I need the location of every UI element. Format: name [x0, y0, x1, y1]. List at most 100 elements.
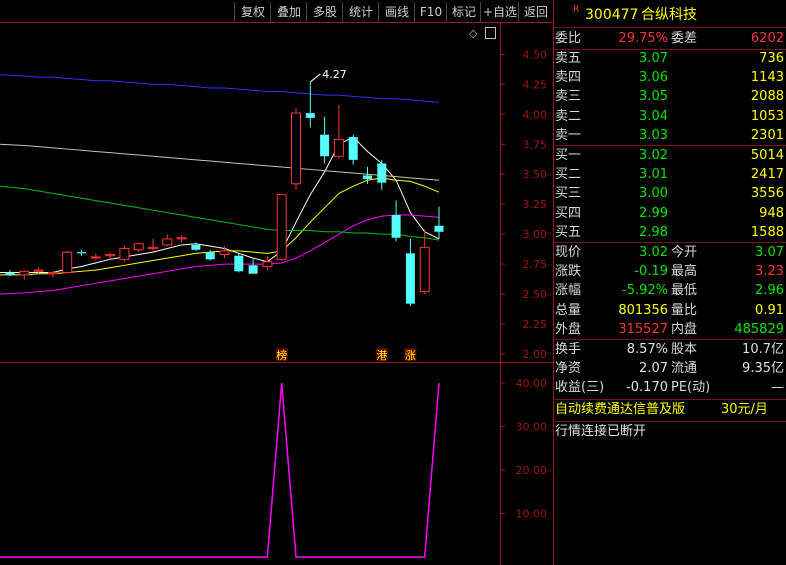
event-tag[interactable]: 涨 [405, 349, 416, 362]
y-tick-label: 4.00 [523, 108, 548, 121]
stat-value: -0.19 [634, 264, 668, 280]
stat-value: 485829 [734, 321, 784, 337]
promo-row[interactable]: 自动续费通达信普及版 30元/月 [553, 401, 786, 419]
finance-label: 股本 [671, 342, 698, 357]
candle[interactable] [62, 250, 73, 274]
candle[interactable] [419, 229, 430, 295]
finance-value: 9.35亿 [742, 361, 784, 376]
finance-row: 收益(三) -0.170 PE(动) — [553, 379, 786, 397]
stock-chart-window: 复权 叠加 多股 统计 画线 F10 标记 +自选 返回 ◇ 4.27 榜港涨 … [0, 0, 786, 565]
stat-row: 外盘 315527 内盘 485829 [553, 321, 786, 339]
candle-body [90, 256, 101, 259]
stat-label: 量比 [671, 302, 698, 318]
candle[interactable] [434, 206, 444, 239]
sell-level-price: 3.04 [639, 108, 668, 124]
buy-level-volume: 948 [759, 205, 784, 221]
sell-level-price: 3.03 [639, 127, 668, 143]
buy-level-volume: 5014 [750, 148, 784, 163]
candle[interactable] [377, 159, 387, 190]
sell-level-volume: 736 [759, 51, 784, 66]
candle[interactable] [248, 259, 258, 274]
sell-level-row: 卖三 3.05 2088 [553, 88, 786, 106]
status-row: 行情连接已断开 [553, 423, 786, 441]
promo-text[interactable]: 自动续费通达信普及版 [555, 401, 685, 419]
candle-body [262, 261, 273, 268]
candle[interactable] [176, 235, 187, 243]
indicator-y-tick-label: 10.00 [516, 508, 548, 521]
candle[interactable] [47, 271, 58, 278]
candle-body [305, 113, 315, 118]
buy-level-price: 2.99 [639, 205, 668, 221]
weibi-value: 29.75% [618, 31, 668, 46]
candle[interactable] [305, 81, 315, 128]
y-tick-label: 3.75 [523, 138, 548, 151]
buy-level-label: 买二 [555, 167, 582, 183]
y-tick-label: 2.25 [523, 318, 548, 331]
high-pointer [309, 73, 321, 83]
candle[interactable] [291, 108, 301, 190]
buy-level-volume: 3556 [750, 186, 784, 202]
candle[interactable] [348, 134, 358, 165]
candle-body [191, 244, 201, 250]
sell-level-price: 3.07 [639, 51, 668, 66]
candle[interactable] [276, 194, 287, 261]
sell-level-price: 3.05 [639, 89, 668, 105]
candle-body [377, 163, 387, 183]
buy-level-price: 2.98 [639, 224, 668, 240]
r-marker: R [573, 5, 580, 15]
candle[interactable] [320, 116, 330, 164]
candle[interactable] [333, 104, 344, 159]
sell-level-row: 卖五 3.07 736 [553, 50, 786, 68]
stat-value: 801356 [618, 302, 668, 318]
candle-body [333, 138, 344, 157]
candle[interactable] [205, 249, 215, 261]
y-tick-label: 4.50 [523, 48, 548, 61]
stat-value: 2.96 [755, 283, 784, 299]
candle[interactable] [133, 242, 144, 253]
event-tag[interactable]: 榜 [276, 348, 287, 362]
chart-area[interactable]: 4.27 榜 港 涨 4.50 4.25 4.00 3.75 3.50 3.25 3.00 2.7… [0, 0, 553, 565]
stat-value: 3.02 [639, 245, 668, 260]
stat-row: 涨跌 -0.19 最高 3.23 [553, 263, 786, 281]
promo-price[interactable]: 30元/月 [721, 401, 768, 419]
candle[interactable] [234, 253, 244, 273]
candle[interactable] [19, 270, 30, 280]
candle[interactable] [119, 246, 130, 262]
stat-label: 总量 [555, 302, 582, 318]
high-price-label: 4.27 [322, 68, 347, 81]
buy-level-price: 3.01 [639, 167, 668, 183]
divider [553, 339, 786, 340]
candle-body [62, 251, 73, 274]
candle[interactable] [262, 255, 273, 271]
y-tick-label: 2.50 [523, 288, 548, 301]
finance-label: PE(动) [671, 380, 711, 395]
event-tag[interactable]: 港 [376, 349, 387, 362]
candle-body [77, 252, 86, 254]
stat-row: 总量 801356 量比 0.91 [553, 302, 786, 320]
buy-level-label: 买五 [555, 224, 582, 240]
sell-level-label: 卖四 [555, 70, 582, 86]
sell-level-volume: 1143 [750, 70, 784, 86]
candle-body [219, 250, 230, 256]
sell-level-label: 卖二 [555, 108, 582, 124]
candle-body [148, 246, 158, 250]
stat-label: 现价 [555, 245, 582, 260]
indicator-y-tick-label: 20.00 [516, 464, 548, 477]
candle-body [405, 253, 415, 304]
candle[interactable] [77, 249, 86, 256]
weibi-row: 委比 29.75% 委差 6202 [553, 30, 786, 48]
candle[interactable] [405, 238, 415, 307]
candle[interactable] [148, 238, 158, 251]
stat-label: 内盘 [671, 321, 698, 337]
sell-level-row: 卖四 3.06 1143 [553, 69, 786, 87]
sell-level-label: 卖五 [555, 51, 582, 66]
candle[interactable] [391, 200, 401, 242]
stat-value: 0.91 [755, 302, 784, 318]
candle[interactable] [162, 234, 173, 247]
candle-body [391, 214, 401, 238]
weicha-label: 委差 [671, 31, 698, 46]
candle[interactable] [90, 253, 101, 261]
y-tick-label: 2.00 [523, 348, 548, 361]
buy-level-price: 3.00 [639, 186, 668, 202]
stat-label: 最高 [671, 264, 698, 280]
